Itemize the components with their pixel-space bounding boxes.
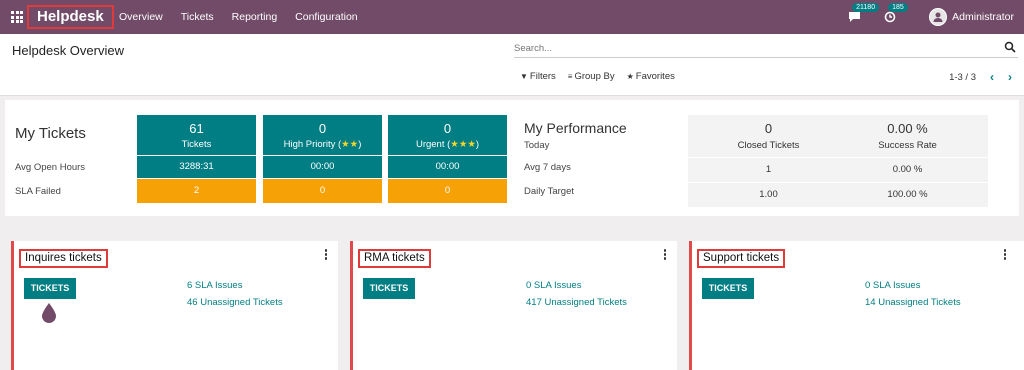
closed-tickets-label: Closed Tickets [737, 140, 800, 151]
team-name: Inquires tickets [19, 249, 108, 268]
helpdesk-dashboard: My Tickets Avg Open Hours SLA Failed 61 … [5, 100, 1019, 216]
control-panel: Helpdesk Overview ▼Filters ≡Group By ★Fa… [0, 34, 1024, 96]
pager: 1-3 / 3 ‹ › [949, 70, 1012, 84]
tickets-button[interactable]: TICKETS [363, 278, 415, 299]
urgent-tile: 0 Urgent (★★★) 00:00 0 [388, 115, 507, 203]
high-priority-suffix: ) [358, 138, 362, 150]
list-icon: ≡ [567, 72, 573, 81]
search-bar [514, 40, 1018, 58]
messages-badge: 21180 [852, 3, 880, 12]
kebab-menu-icon[interactable] [324, 249, 328, 260]
drag-handle-icon [42, 303, 56, 323]
app-brand[interactable]: Helpdesk [27, 5, 114, 29]
filter-icon: ▼ [520, 72, 528, 81]
star-icon: ★ [626, 72, 634, 81]
top-navbar: Helpdesk Overview Tickets Reporting Conf… [0, 0, 1024, 34]
success-rate-target: 100.00 % [827, 183, 988, 207]
tickets-button[interactable]: TICKETS [702, 278, 754, 299]
favorites-label: Favorites [635, 71, 675, 82]
closed-tickets-value: 0 [764, 121, 773, 136]
urgent-count: 0 [443, 120, 452, 136]
closed-tickets-tile: 0 Closed Tickets 1 1.00 [688, 115, 849, 207]
page-title: Helpdesk Overview [12, 43, 124, 58]
team-name: RMA tickets [358, 249, 431, 268]
filters-label: Filters [529, 71, 556, 82]
chevron-left-icon[interactable]: ‹ [990, 70, 994, 84]
success-rate-avg7: 0.00 % [827, 158, 988, 182]
urgent-tile-top[interactable]: 0 Urgent (★★★) [388, 115, 507, 155]
sla-issues-link[interactable]: 0 SLA Issues [865, 280, 920, 291]
success-rate-value: 0.00 % [887, 121, 928, 136]
menu-overview[interactable]: Overview [119, 11, 163, 23]
tickets-sla-failed[interactable]: 2 [137, 179, 256, 203]
high-priority-count: 0 [318, 120, 327, 136]
urgent-suffix: ) [475, 138, 480, 150]
high-priority-label: High Priority ( [283, 138, 342, 150]
team-name: Support tickets [697, 249, 786, 268]
avg-open-hours-label: Avg Open Hours [15, 162, 86, 173]
menu-configuration[interactable]: Configuration [295, 11, 357, 23]
activities-badge: 185 [888, 3, 908, 12]
user-name[interactable]: Administrator [952, 11, 1014, 23]
tickets-count: 61 [189, 120, 204, 136]
favorites-button[interactable]: ★ Favorites [627, 71, 675, 82]
messages-button[interactable]: 21180 [845, 3, 880, 26]
menu-reporting[interactable]: Reporting [232, 11, 278, 23]
urgent-label: Urgent ( [415, 138, 451, 150]
unassigned-tickets-link[interactable]: 417 Unassigned Tickets [526, 297, 627, 308]
urgent-avg-open[interactable]: 00:00 [388, 156, 507, 178]
high-priority-avg-open[interactable]: 00:00 [263, 156, 382, 178]
kebab-menu-icon[interactable] [1003, 249, 1007, 260]
sla-issues-link[interactable]: 6 SLA Issues [187, 280, 242, 291]
today-label: Today [524, 140, 550, 151]
chat-icon [848, 12, 860, 22]
success-rate-tile: 0.00 % Success Rate 0.00 % 100.00 % [827, 115, 988, 207]
unassigned-tickets-link[interactable]: 14 Unassigned Tickets [865, 297, 961, 308]
team-card-inquires: Inquires tickets TICKETS 6 SLA Issues 46… [11, 241, 338, 370]
pager-value[interactable]: 1-3 / 3 [949, 72, 976, 83]
urgent-stars-icon: ★★★ [450, 138, 476, 150]
kebab-menu-icon[interactable] [663, 249, 667, 260]
avg-7-days-label: Avg 7 days [524, 162, 571, 173]
clock-icon [884, 11, 896, 23]
filters-button[interactable]: ▼ Filters [520, 71, 556, 82]
high-priority-tile-top[interactable]: 0 High Priority (★★) [263, 115, 382, 155]
menu-tickets[interactable]: Tickets [181, 11, 214, 23]
closed-tickets-target: 1.00 [688, 183, 849, 207]
sla-failed-label: SLA Failed [15, 186, 61, 197]
tickets-tile-top[interactable]: 61 Tickets [137, 115, 256, 155]
daily-target-label: Daily Target [524, 186, 574, 197]
high-priority-tile: 0 High Priority (★★) 00:00 0 [263, 115, 382, 203]
tickets-label: Tickets [181, 138, 212, 150]
urgent-caption: Urgent (★★★) [416, 139, 479, 150]
activities-button[interactable]: 185 [881, 3, 908, 26]
main-menu: Overview Tickets Reporting Configuration [110, 0, 367, 34]
search-options: ▼ Filters ≡ Group By ★ Favorites [520, 71, 687, 82]
priority-stars-icon: ★★ [341, 138, 359, 150]
systray: 21180 185 Administrator [845, 0, 1024, 34]
tickets-tile: 61 Tickets 3288:31 2 [137, 115, 256, 203]
high-priority-sla-failed[interactable]: 0 [263, 179, 382, 203]
my-performance-title: My Performance [524, 120, 627, 136]
user-avatar[interactable] [929, 8, 948, 26]
search-input[interactable] [514, 40, 994, 56]
groupby-label: Group By [574, 71, 615, 82]
tickets-button[interactable]: TICKETS [24, 278, 76, 299]
closed-tickets-avg7: 1 [688, 158, 849, 182]
search-icon[interactable] [1004, 41, 1016, 53]
urgent-sla-failed[interactable]: 0 [388, 179, 507, 203]
chevron-right-icon[interactable]: › [1008, 70, 1012, 84]
unassigned-tickets-link[interactable]: 46 Unassigned Tickets [187, 297, 283, 308]
tickets-avg-open[interactable]: 3288:31 [137, 156, 256, 178]
high-priority-caption: High Priority (★★) [284, 139, 362, 150]
sla-issues-link[interactable]: 0 SLA Issues [526, 280, 581, 291]
team-card-rma: RMA tickets TICKETS 0 SLA Issues 417 Una… [350, 241, 677, 370]
groupby-button[interactable]: ≡ Group By [568, 71, 615, 82]
user-icon [933, 12, 943, 22]
my-tickets-title: My Tickets [15, 125, 86, 142]
team-card-support: Support tickets TICKETS 0 SLA Issues 14 … [689, 241, 1024, 370]
success-rate-label: Success Rate [878, 140, 937, 151]
